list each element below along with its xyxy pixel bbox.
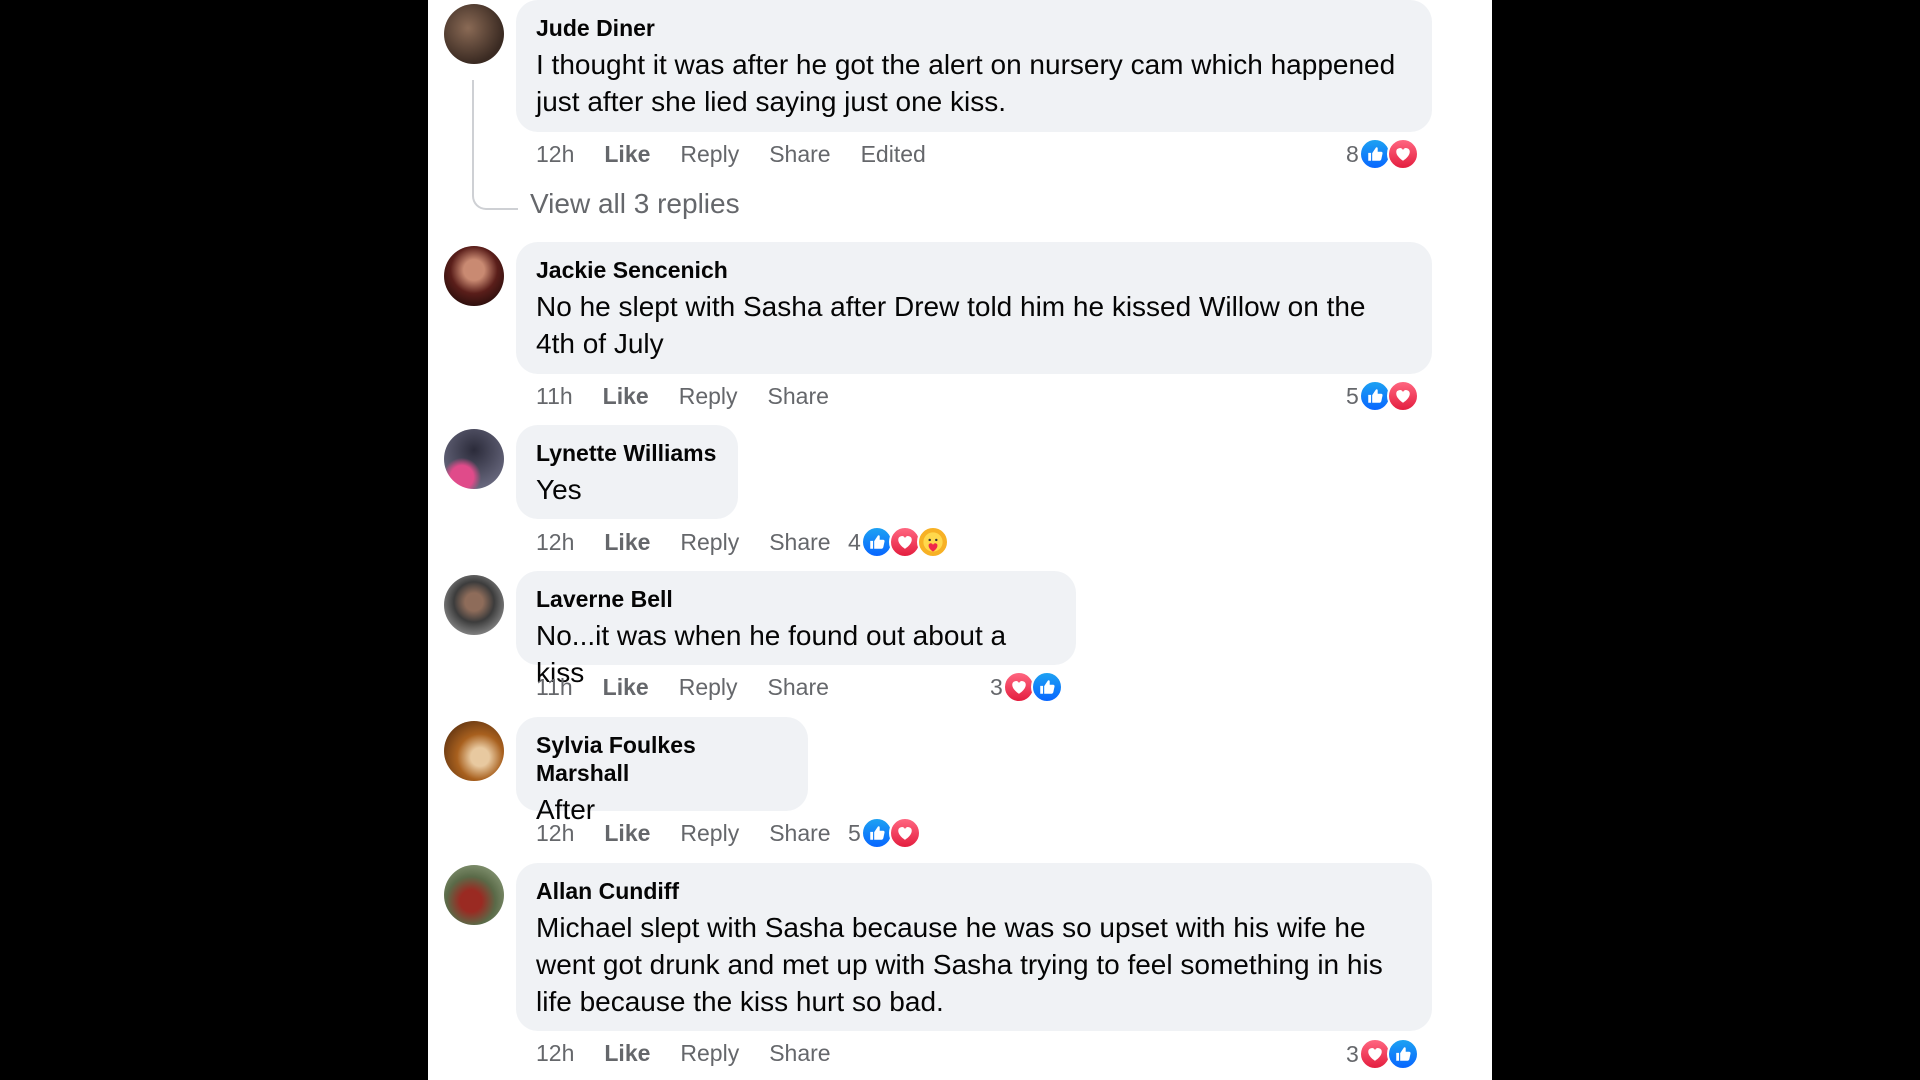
reaction-count: 5 (1346, 382, 1359, 409)
comment-time[interactable]: 11h (536, 674, 573, 701)
care-icon (916, 526, 949, 558)
reaction-count: 3 (1346, 1040, 1359, 1067)
like-button[interactable]: Like (604, 141, 650, 168)
thread-connector (472, 80, 518, 210)
reaction-summary[interactable]: 4 (848, 525, 949, 559)
comment-time[interactable]: 12h (536, 1040, 574, 1067)
avatar[interactable] (444, 865, 504, 925)
avatar[interactable] (444, 429, 504, 489)
comment-bubble: Laverne Bell No...it was when he found o… (516, 571, 1076, 688)
reply-button[interactable]: Reply (680, 820, 739, 847)
comment-actions: 12h Like Reply Share (536, 527, 861, 557)
share-button[interactable]: Share (769, 141, 830, 168)
like-icon (860, 526, 893, 558)
comment-bubble: Lynette Williams Yes (516, 425, 738, 519)
comment-bubble: Sylvia Foulkes Marshall After (516, 717, 808, 825)
reaction-summary[interactable]: 5 (1346, 379, 1419, 413)
avatar[interactable] (444, 4, 504, 64)
reply-button[interactable]: Reply (679, 383, 738, 410)
edited-label[interactable]: Edited (861, 141, 926, 168)
like-button[interactable]: Like (604, 529, 650, 556)
love-icon (1386, 380, 1419, 412)
like-icon (1358, 138, 1391, 170)
comment-actions: 11h Like Reply Share (536, 672, 859, 702)
avatar[interactable] (444, 575, 504, 635)
comment-bubble: Allan Cundiff Michael slept with Sasha b… (516, 863, 1432, 1031)
comment-author[interactable]: Laverne Bell (536, 585, 1056, 613)
reaction-count: 5 (848, 819, 861, 846)
reaction-count: 8 (1346, 140, 1359, 167)
reply-button[interactable]: Reply (679, 674, 738, 701)
share-button[interactable]: Share (768, 383, 829, 410)
share-button[interactable]: Share (769, 820, 830, 847)
comment-actions: 12h Like Reply Share Edited (536, 139, 956, 169)
love-icon (1386, 138, 1419, 170)
reaction-summary[interactable]: 5 (848, 816, 921, 850)
share-button[interactable]: Share (769, 529, 830, 556)
reaction-summary[interactable]: 3 (1346, 1037, 1419, 1071)
love-icon (888, 817, 921, 849)
comment-actions: 12h Like Reply Share (536, 818, 861, 848)
comment-bubble: Jackie Sencenich No he slept with Sasha … (516, 242, 1432, 374)
comment-actions: 12h Like Reply Share (536, 1038, 861, 1068)
like-icon (1386, 1038, 1419, 1070)
comment-time[interactable]: 12h (536, 820, 574, 847)
reaction-summary[interactable]: 3 (990, 670, 1063, 704)
like-icon (860, 817, 893, 849)
avatar[interactable] (444, 246, 504, 306)
like-button[interactable]: Like (603, 674, 649, 701)
reaction-summary[interactable]: 8 (1346, 137, 1419, 171)
avatar[interactable] (444, 721, 504, 781)
share-button[interactable]: Share (768, 674, 829, 701)
reply-button[interactable]: Reply (680, 1040, 739, 1067)
like-button[interactable]: Like (603, 383, 649, 410)
love-icon (1358, 1038, 1391, 1070)
comment-actions: 11h Like Reply Share (536, 381, 859, 411)
comment-author[interactable]: Sylvia Foulkes Marshall (536, 731, 788, 787)
comment-author[interactable]: Lynette Williams (536, 439, 718, 467)
like-icon (1358, 380, 1391, 412)
comment-author[interactable]: Jude Diner (536, 14, 1412, 42)
reply-button[interactable]: Reply (680, 529, 739, 556)
reaction-count: 4 (848, 528, 861, 555)
comments-panel: Jude Diner I thought it was after he got… (428, 0, 1492, 1080)
comment-text: No he slept with Sasha after Drew told h… (536, 291, 1366, 359)
comment-text: I thought it was after he got the alert … (536, 49, 1396, 117)
love-icon (888, 526, 921, 558)
comment-time[interactable]: 11h (536, 383, 573, 410)
comment-time[interactable]: 12h (536, 141, 574, 168)
like-icon (1030, 671, 1063, 703)
comment-time[interactable]: 12h (536, 529, 574, 556)
like-button[interactable]: Like (604, 1040, 650, 1067)
comment-text: Michael slept with Sasha because he was … (536, 912, 1383, 1017)
reply-button[interactable]: Reply (680, 141, 739, 168)
comment-author[interactable]: Allan Cundiff (536, 877, 1412, 905)
view-replies-link[interactable]: View all 3 replies (530, 188, 740, 220)
like-button[interactable]: Like (604, 820, 650, 847)
love-icon (1002, 671, 1035, 703)
comment-author[interactable]: Jackie Sencenich (536, 256, 1412, 284)
comment-bubble: Jude Diner I thought it was after he got… (516, 0, 1432, 132)
share-button[interactable]: Share (769, 1040, 830, 1067)
comment-text: Yes (536, 474, 582, 505)
reaction-count: 3 (990, 673, 1003, 700)
